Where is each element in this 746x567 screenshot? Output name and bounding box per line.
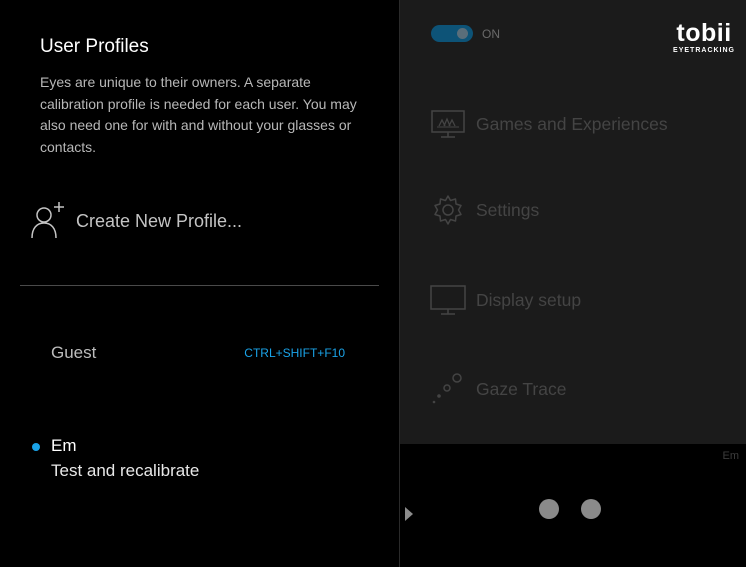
nav-display-setup[interactable]: Display setup	[430, 282, 730, 318]
tobii-logo: tobii EYETRACKING	[673, 20, 735, 55]
user-profiles-panel: User Profiles Eyes are unique to their o…	[0, 0, 399, 567]
brand-subtitle: EYETRACKING	[673, 47, 735, 54]
nav-label: Games and Experiences	[476, 113, 668, 134]
create-profile-label: Create New Profile...	[76, 210, 243, 231]
brand-name: tobii	[676, 19, 732, 47]
monitor-icon	[430, 285, 466, 315]
games-monitor-icon	[431, 110, 465, 138]
profile-name: Em	[51, 436, 77, 455]
right-eye-indicator	[581, 499, 601, 519]
nav-games-and-experiences[interactable]: Games and Experiences	[430, 106, 730, 142]
profile-item-em[interactable]: Em Test and recalibrate	[30, 434, 360, 490]
add-user-icon	[31, 202, 64, 239]
profile-shortcut: CTRL+SHIFT+F10	[244, 346, 345, 360]
profile-item-guest[interactable]: Guest CTRL+SHIFT+F10	[30, 338, 360, 370]
eye-status-panel: Em	[399, 444, 746, 567]
nav-gaze-trace[interactable]: Gaze Trace	[430, 371, 730, 407]
tobii-app-window: User Profiles Eyes are unique to their o…	[0, 0, 746, 567]
nav-label: Gaze Trace	[476, 378, 567, 399]
page-title: User Profiles	[40, 36, 149, 57]
expand-arrow-icon[interactable]	[405, 507, 413, 521]
test-recalibrate-link[interactable]: Test and recalibrate	[51, 461, 199, 481]
nav-settings[interactable]: Settings	[430, 192, 730, 228]
main-menu-panel: ON tobii EYETRACKING Games and Experienc…	[399, 0, 746, 444]
toggle-knob	[457, 28, 468, 39]
gaze-trace-icon	[432, 373, 462, 404]
current-user-label: Em	[722, 450, 740, 462]
nav-label: Display setup	[476, 289, 582, 310]
gear-icon	[434, 195, 462, 225]
left-eye-indicator	[539, 499, 559, 519]
toggle-status-label: ON	[482, 27, 500, 41]
divider	[20, 285, 379, 286]
profile-name: Guest	[51, 343, 97, 362]
nav-label: Settings	[476, 199, 540, 220]
profiles-description: Eyes are unique to their owners. A separ…	[40, 74, 357, 155]
eye-tracking-toggle[interactable]	[431, 25, 473, 42]
active-profile-indicator	[32, 443, 40, 451]
create-new-profile-button[interactable]: Create New Profile...	[28, 200, 368, 242]
